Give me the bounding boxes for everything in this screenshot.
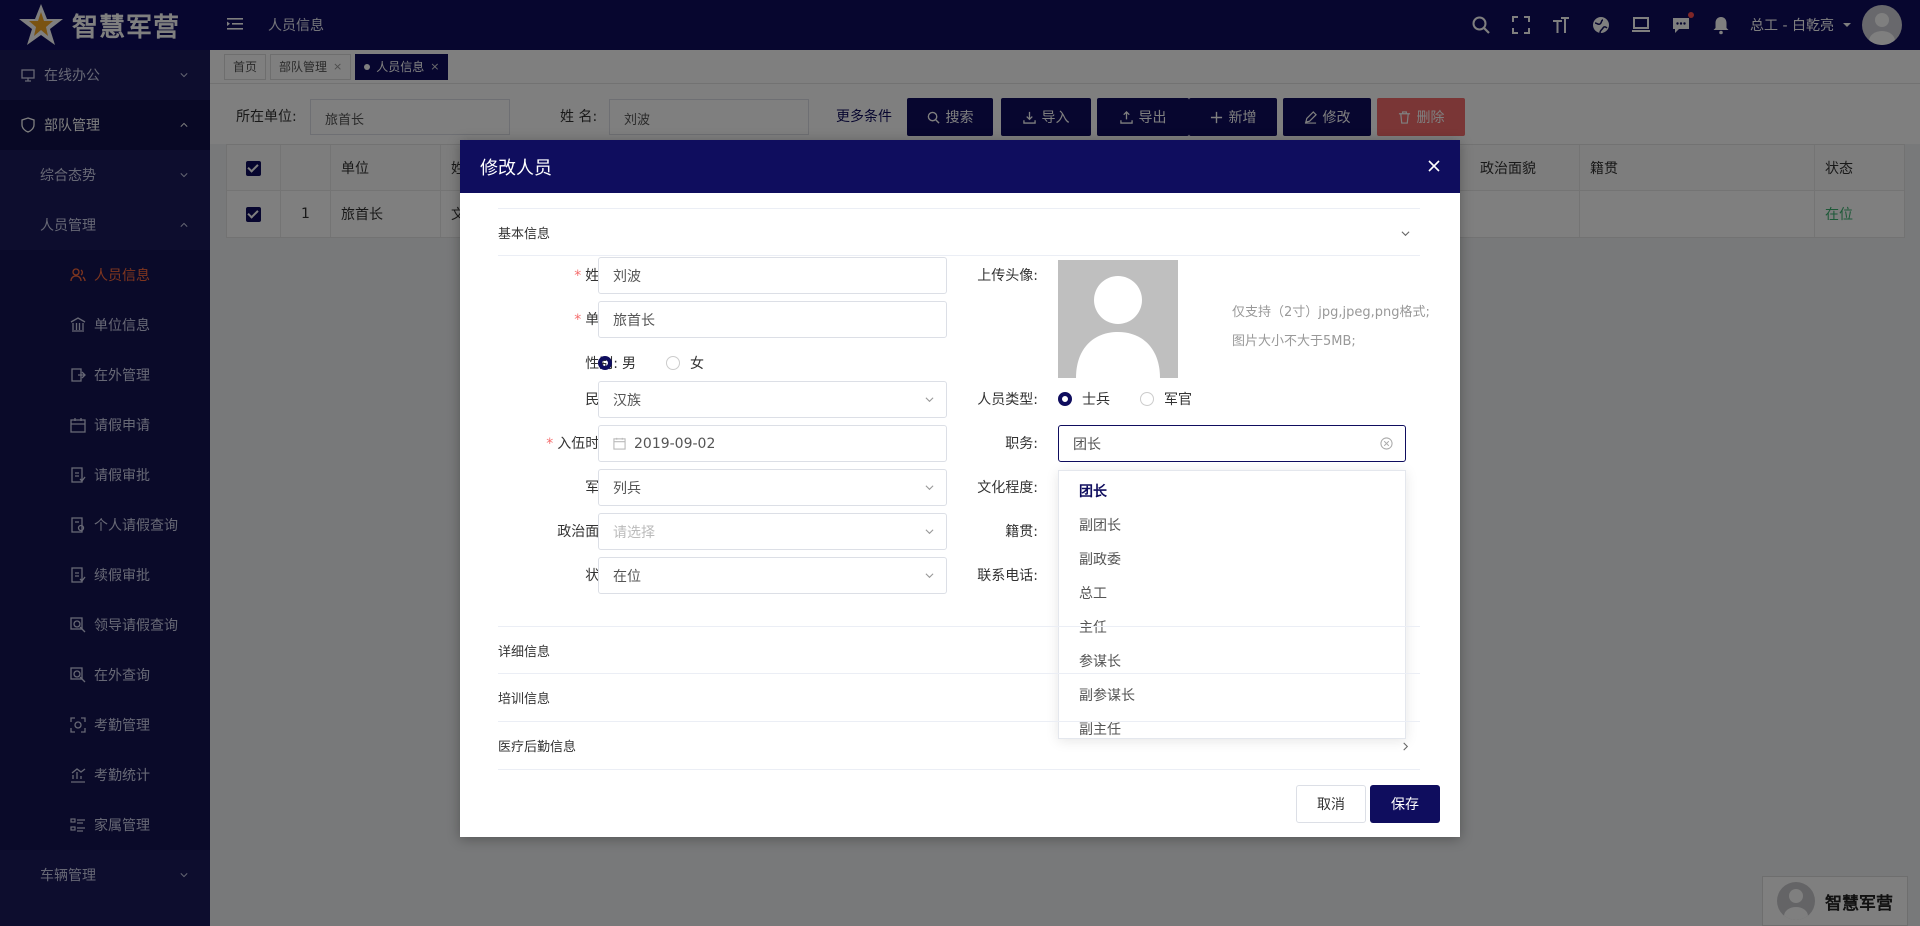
gender-female-radio[interactable]: 女 (666, 353, 704, 373)
type-officer-radio[interactable]: 军官 (1140, 389, 1192, 409)
gender-male-label: 男 (622, 356, 636, 372)
type-officer-label: 军官 (1164, 392, 1192, 408)
section-training-info[interactable]: 培训信息 (498, 674, 1420, 722)
native-place-label: 籍贯: (1005, 524, 1038, 540)
education-label: 文化程度: (977, 480, 1038, 496)
person-type-label: 人员类型: (977, 392, 1038, 408)
section-detail-info[interactable]: 详细信息 (498, 626, 1420, 674)
section-title: 基本信息 (498, 226, 551, 242)
political-select[interactable]: 请选择 (598, 513, 947, 550)
duty-value: 团长 (1073, 436, 1101, 453)
radio-unchecked-icon (1140, 392, 1154, 406)
section-medical-info[interactable]: 医疗后勤信息 (498, 722, 1420, 770)
radio-unchecked-icon (666, 356, 680, 370)
avatar-hint-format: 仅支持（2寸）jpg,jpeg,png格式; (1232, 305, 1430, 320)
chevron-down-icon (925, 397, 934, 403)
political-placeholder: 请选择 (613, 524, 655, 541)
phone-label: 联系电话: (977, 568, 1038, 584)
save-button[interactable]: 保存 (1370, 785, 1440, 823)
status-value: 在位 (613, 568, 641, 585)
section-title: 医疗后勤信息 (498, 740, 577, 755)
ethnic-value: 汉族 (613, 392, 641, 409)
dialog-header: 修改人员 (460, 140, 1460, 193)
ethnic-select[interactable]: 汉族 (598, 381, 947, 418)
dropdown-option[interactable]: 团长 (1059, 475, 1405, 509)
chevron-down-icon (1401, 231, 1410, 237)
section-basic-info[interactable]: 基本信息 (498, 208, 1420, 256)
avatar-upload-label: 上传头像: (977, 268, 1038, 284)
chevron-down-icon (925, 529, 934, 535)
dialog-title: 修改人员 (480, 157, 552, 179)
status-select[interactable]: 在位 (598, 557, 947, 594)
enlist-date-value: 2019-09-02 (634, 435, 716, 452)
chevron-down-icon (925, 573, 934, 579)
avatar-upload[interactable] (1058, 260, 1178, 378)
enlist-date-picker[interactable]: 2019-09-02 (598, 425, 947, 462)
type-soldier-radio[interactable]: 士兵 (1058, 389, 1110, 409)
dropdown-option[interactable]: 副政委 (1059, 543, 1405, 577)
rank-value: 列兵 (613, 480, 641, 497)
avatar-hint-size: 图片大小不大于5MB; (1232, 334, 1356, 349)
duty-select[interactable]: 团长 (1058, 425, 1406, 462)
chevron-right-icon (1403, 742, 1409, 751)
radio-checked-icon (598, 356, 612, 370)
cancel-button[interactable]: 取消 (1296, 785, 1366, 823)
section-title: 详细信息 (498, 644, 551, 660)
gender-male-radio[interactable]: 男 (598, 353, 636, 373)
unit-input[interactable]: 旅首长 (598, 301, 947, 338)
close-icon[interactable] (1424, 156, 1444, 176)
gender-female-label: 女 (690, 356, 704, 372)
edit-personnel-dialog: 修改人员 基本信息 *姓名: 刘波 *单位: 旅首长 性别: 男 女 民族: 汉… (460, 140, 1460, 837)
chevron-down-icon (925, 485, 934, 491)
clear-circle-icon[interactable] (1380, 437, 1393, 450)
dropdown-option[interactable]: 副团长 (1059, 509, 1405, 543)
radio-checked-icon (1058, 392, 1072, 406)
dropdown-option[interactable]: 总工 (1059, 577, 1405, 611)
rank-select[interactable]: 列兵 (598, 469, 947, 506)
type-soldier-label: 士兵 (1082, 392, 1110, 408)
avatar-placeholder-icon (1076, 276, 1160, 378)
section-title: 培训信息 (498, 692, 551, 707)
duty-label: 职务: (1005, 436, 1038, 452)
name-input[interactable]: 刘波 (598, 257, 947, 294)
calendar-icon (613, 437, 626, 450)
